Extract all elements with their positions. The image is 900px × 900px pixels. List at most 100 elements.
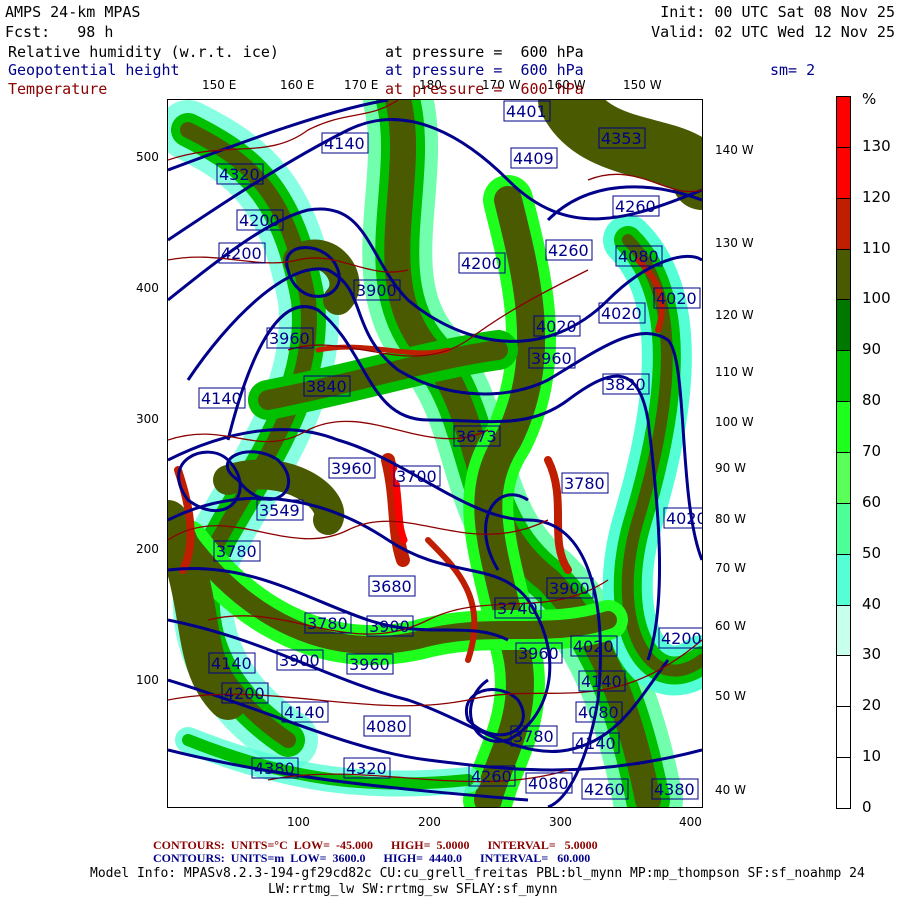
height-contour-label: 3680 — [371, 577, 412, 596]
height-contour-label: 3700 — [396, 467, 437, 486]
height-contour-label: 4401 — [506, 102, 547, 121]
height-contour-label: 4200 — [239, 211, 280, 230]
height-contour-label: 4200 — [461, 254, 502, 273]
smoothing: sm= 2 — [770, 61, 816, 79]
colorbar-swatch — [836, 146, 851, 199]
height-contour-label: 4140 — [324, 134, 365, 153]
height-contour-label: 4260 — [548, 241, 589, 260]
height-contour-label: 4320 — [219, 165, 260, 184]
height-contour-label: 3900 — [369, 617, 410, 636]
y-tick-label: 500 — [136, 150, 159, 164]
y-tick-label: 100 — [136, 673, 159, 687]
right-lon-label: 80 W — [715, 512, 746, 526]
height-contour-label: 4260 — [584, 780, 625, 799]
height-contour-label: 4260 — [615, 197, 656, 216]
height-contour-label: 3960 — [531, 349, 572, 368]
height-contour-label: 4020 — [536, 317, 577, 336]
x-tick-label: 300 — [549, 815, 572, 829]
model-info: Model Info: MPASv8.2.3-194-gf29cd82c CU:… — [90, 866, 865, 881]
height-contour-label: 3780 — [216, 542, 257, 561]
field-height: Geopotential height — [8, 61, 180, 79]
height-contour-label: 3960 — [518, 644, 559, 663]
field-temp-level: at pressure = 600 hPa — [385, 80, 584, 98]
height-contour-label: 4380 — [654, 780, 695, 799]
colorbar-swatch — [836, 299, 851, 352]
colorbar-swatch — [836, 96, 851, 148]
colorbar-label: 50 — [862, 543, 882, 562]
colorbar-label: 90 — [862, 340, 882, 359]
height-contour-label: 4080 — [578, 703, 619, 722]
height-contour-label: 4140 — [284, 703, 325, 722]
right-lon-label: 70 W — [715, 561, 746, 575]
colorbar-swatch — [836, 248, 851, 301]
height-contour-label: 3900 — [279, 651, 320, 670]
height-contour-label: 3960 — [349, 655, 390, 674]
height-contour-label: 4200 — [221, 244, 262, 263]
colorbar-swatch — [836, 655, 851, 708]
height-contour-label: 4020 — [601, 304, 642, 323]
top-lon-label: 150 E — [202, 78, 237, 92]
right-lon-label: 60 W — [715, 619, 746, 633]
right-lon-label: 140 W — [715, 143, 754, 157]
height-contour-label: 3900 — [356, 281, 397, 300]
colorbar-swatch — [836, 197, 851, 250]
colorbar-label: 20 — [862, 696, 882, 715]
colorbar-label: 130 — [862, 136, 891, 155]
colorbar-label: 100 — [862, 289, 891, 308]
height-contour-info: CONTOURS: UNITS=m LOW= 3600.0 HIGH= 4440… — [153, 851, 591, 865]
colorbar-label: 70 — [862, 442, 882, 460]
colorbar-swatch — [836, 452, 851, 504]
right-lon-label: 130 W — [715, 236, 754, 250]
height-contour-label: 3740 — [497, 599, 538, 618]
height-contour-label: 4140 — [211, 654, 252, 673]
x-tick-label: 400 — [679, 815, 702, 829]
height-contour-label: 4380 — [254, 759, 295, 778]
colorbar-label: 40 — [862, 594, 882, 613]
colorbar-swatch — [836, 401, 851, 453]
x-tick-label: 100 — [287, 815, 310, 829]
height-contour-label: 4020 — [573, 637, 614, 656]
field-height-level: at pressure = 600 hPa — [385, 61, 584, 79]
right-lon-label: 120 W — [715, 308, 754, 322]
model-title: AMPS 24-km MPAS — [5, 3, 141, 21]
field-rh: Relative humidity (w.r.t. ice) — [8, 43, 279, 61]
colorbar-label: 120 — [862, 187, 891, 206]
y-tick-label: 400 — [136, 281, 159, 295]
colorbar-swatch — [836, 502, 851, 555]
valid-time: Valid: 02 UTC Wed 12 Nov 25 — [651, 23, 895, 41]
map-plot-area: 4401 4353 4409 4320 4140 4260 4200 4200 4200 4260… — [148, 65, 732, 835]
top-lon-label: 170 E — [344, 78, 379, 92]
right-lon-label: 100 W — [715, 415, 754, 429]
height-contour-label: 4260 — [471, 767, 512, 786]
right-lon-label: 110 W — [715, 365, 754, 379]
height-contour-label: 3780 — [307, 614, 348, 633]
right-lon-label: 90 W — [715, 461, 746, 475]
top-lon-label: 160 E — [280, 78, 315, 92]
right-lon-label: 50 W — [715, 689, 746, 703]
colorbar-label: 10 — [862, 747, 882, 766]
height-contour-label: 4140 — [201, 389, 242, 408]
rh-field: 4401 4353 4409 4320 4140 4260 4200 4200 4200 4260… — [148, 65, 732, 835]
height-contour-label: 4140 — [575, 734, 616, 753]
height-contour-label: 3900 — [549, 579, 590, 598]
y-tick-label: 200 — [136, 542, 159, 556]
field-temp: Temperature — [8, 80, 108, 98]
colorbar-swatch — [836, 604, 851, 657]
right-lon-label: 40 W — [715, 783, 746, 797]
colorbar-label: 30 — [862, 645, 882, 664]
height-contour-label: 3960 — [269, 329, 310, 348]
colorbar-swatch — [836, 757, 851, 809]
model-info-physics: LW:rrtmg_lw SW:rrtmg_sw SFLAY:sf_mynn — [268, 882, 558, 897]
weather-map-page: AMPS 24-km MPAS Fcst: 98 h Init: 00 UTC … — [0, 0, 900, 900]
height-contour-label: 4200 — [224, 684, 265, 703]
colorbar-swatch — [836, 553, 851, 606]
height-contour-label: 3673 — [456, 427, 497, 446]
colorbar-swatch — [836, 350, 851, 403]
height-contour-label: 4353 — [601, 129, 642, 148]
height-contour-label: 4020 — [656, 289, 697, 308]
height-contour-label: 3820 — [605, 375, 646, 394]
height-contour-label: 3780 — [564, 474, 605, 493]
height-contour-label: 3840 — [306, 377, 347, 396]
init-time: Init: 00 UTC Sat 08 Nov 25 — [660, 3, 895, 21]
colorbar-label: 80 — [862, 391, 882, 410]
